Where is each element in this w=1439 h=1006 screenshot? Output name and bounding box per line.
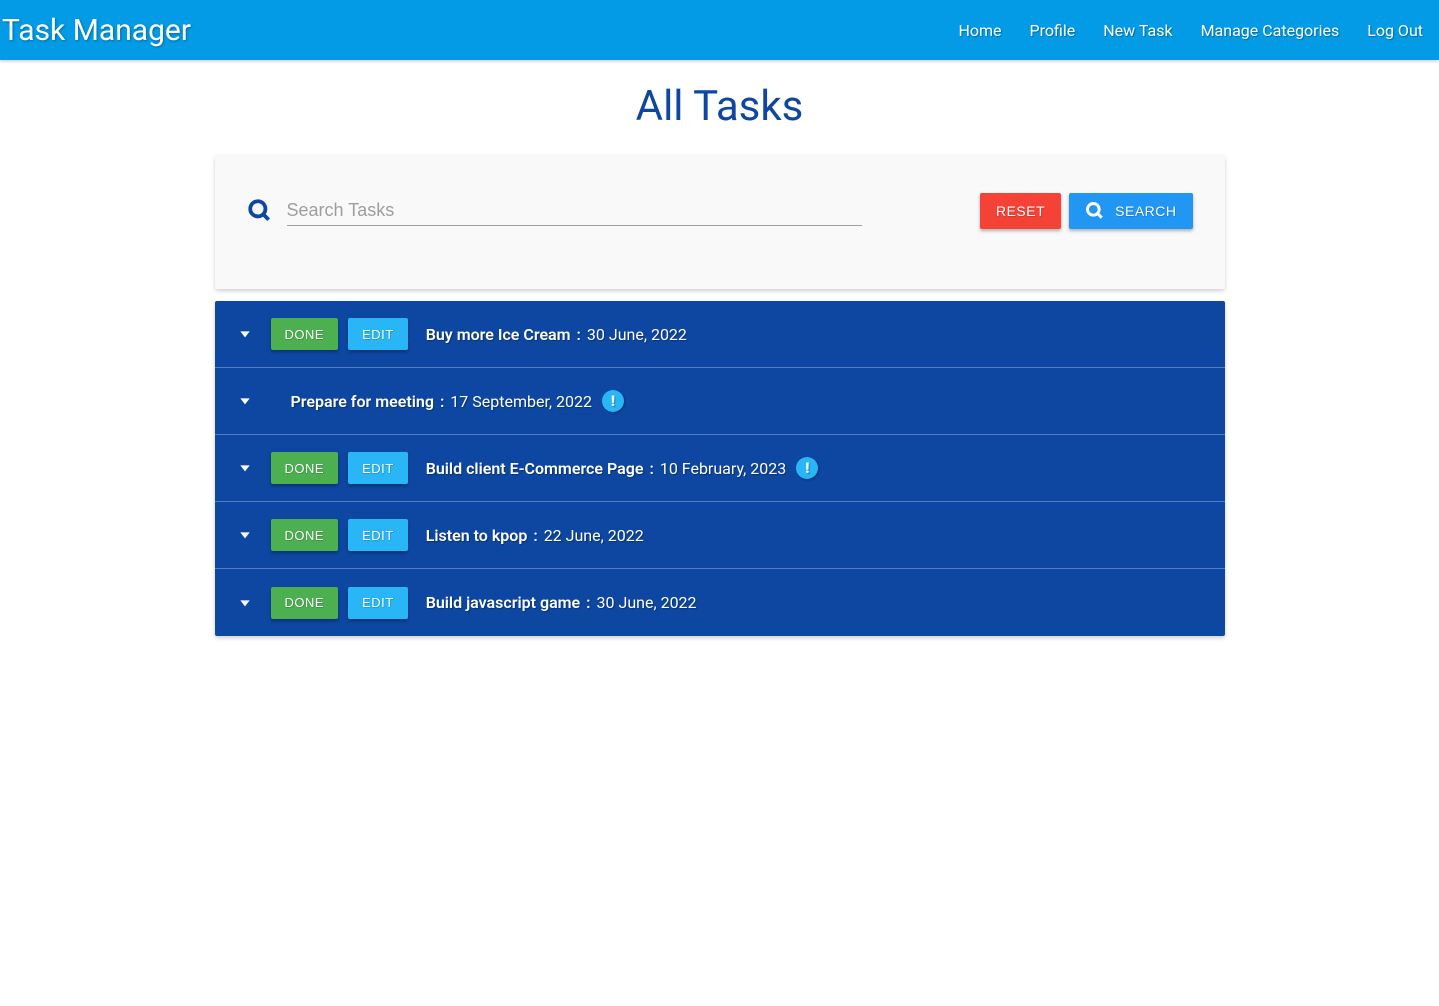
task-title: Listen to kpop [426,526,528,545]
main-container: All Tasks RESET SEARCH [215,60,1225,636]
edit-button[interactable]: EDIT [348,452,408,484]
search-input-group [247,196,940,226]
task-actions: DONE EDIT [271,452,408,484]
task-row[interactable]: DONE EDIT Build client E-Commerce Page : 1… [215,435,1225,502]
task-date: 17 September, 2022 [450,392,592,411]
reset-button[interactable]: RESET [980,193,1061,229]
nav-home[interactable]: Home [958,21,1001,40]
task-date: 30 June, 2022 [587,325,687,344]
page-title: All Tasks [215,82,1225,131]
task-text: Prepare for meeting : 17 September, 2022… [291,390,624,412]
task-actions: DONE EDIT [271,318,408,350]
separator: : [577,325,581,344]
task-list: DONE EDIT Buy more Ice Cream : 30 June, 20… [215,301,1225,636]
task-text: Listen to kpop : 22 June, 2022 [426,526,644,545]
chevron-down-icon[interactable] [237,527,253,543]
nav-new-task[interactable]: New Task [1103,21,1172,40]
nav-manage-categories[interactable]: Manage Categories [1201,21,1340,40]
edit-button[interactable]: EDIT [348,587,408,619]
task-row[interactable]: DONE EDIT Build javascript game : 30 June,… [215,569,1225,636]
search-card: RESET SEARCH [215,155,1225,289]
chevron-down-icon[interactable] [237,326,253,342]
task-text: Build javascript game : 30 June, 2022 [426,593,697,612]
task-actions: DONE EDIT [271,519,408,551]
search-button[interactable]: SEARCH [1069,193,1192,229]
separator: : [586,593,590,612]
separator: : [533,526,537,545]
task-text: Build client E-Commerce Page : 10 Februa… [426,457,819,479]
search-buttons: RESET SEARCH [980,193,1193,229]
done-button[interactable]: DONE [271,452,339,484]
search-button-label: SEARCH [1115,203,1176,219]
brand-title[interactable]: Task Manager [0,13,191,48]
separator: : [649,459,653,478]
separator: : [440,392,444,411]
chevron-down-icon[interactable] [237,460,253,476]
edit-button[interactable]: EDIT [348,519,408,551]
task-row[interactable]: Prepare for meeting : 17 September, 2022… [215,368,1225,435]
done-button[interactable]: DONE [271,519,339,551]
search-input[interactable] [287,196,862,226]
task-text: Buy more Ice Cream : 30 June, 2022 [426,325,687,344]
search-icon [247,198,273,224]
chevron-down-icon[interactable] [237,393,253,409]
nav-links: Home Profile New Task Manage Categories … [958,21,1423,40]
nav-log-out[interactable]: Log Out [1367,21,1423,40]
task-date: 22 June, 2022 [544,526,644,545]
done-button[interactable]: DONE [271,587,339,619]
task-date: 30 June, 2022 [597,593,697,612]
task-date: 10 February, 2023 [660,459,786,478]
task-title: Prepare for meeting [291,392,434,411]
alert-icon: ! [602,390,624,412]
search-icon [1085,201,1105,221]
task-actions: DONE EDIT [271,587,408,619]
chevron-down-icon[interactable] [237,595,253,611]
task-row[interactable]: DONE EDIT Listen to kpop : 22 June, 2022 [215,502,1225,569]
task-title: Build javascript game [426,593,580,612]
edit-button[interactable]: EDIT [348,318,408,350]
task-title: Buy more Ice Cream [426,325,571,344]
navbar: Task Manager Home Profile New Task Manag… [0,0,1439,60]
nav-profile[interactable]: Profile [1030,21,1076,40]
task-title: Build client E-Commerce Page [426,459,644,478]
task-row[interactable]: DONE EDIT Buy more Ice Cream : 30 June, 20… [215,301,1225,368]
done-button[interactable]: DONE [271,318,339,350]
alert-icon: ! [796,457,818,479]
